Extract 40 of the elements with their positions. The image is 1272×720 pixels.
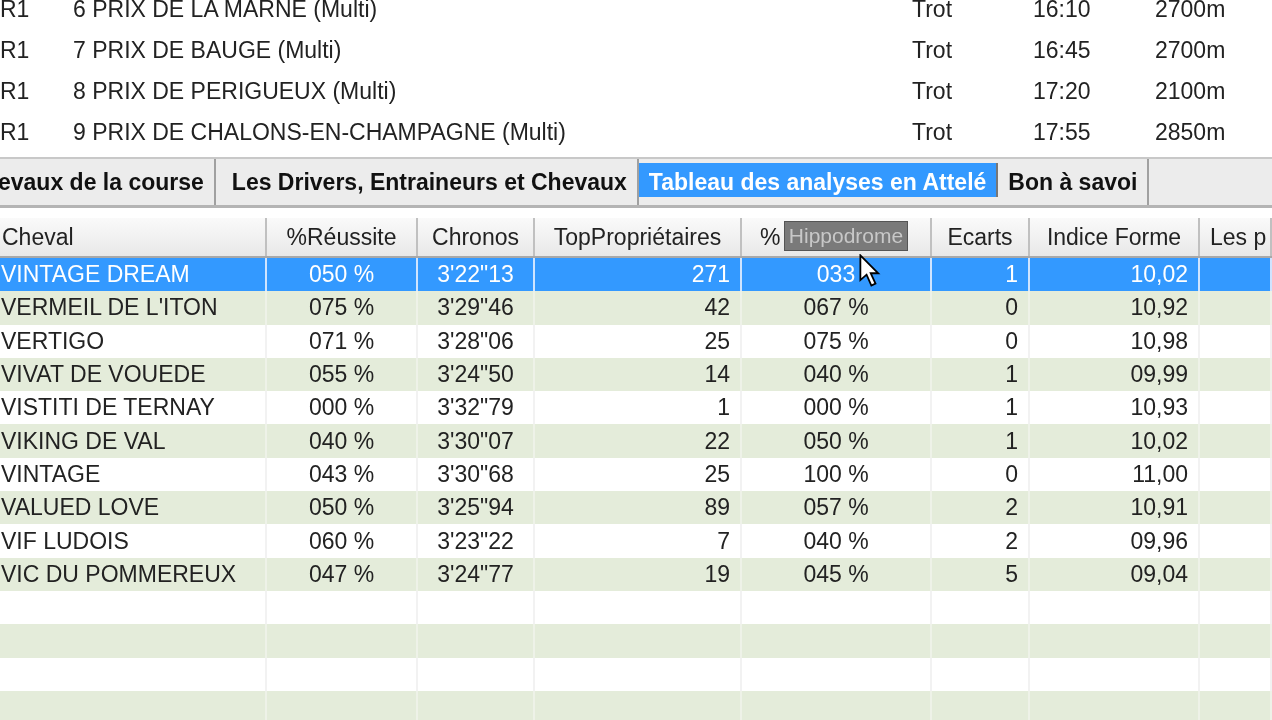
race-name: 7 PRIX DE BAUGE (Multi) <box>73 37 343 64</box>
race-distance: 2700m <box>1155 0 1226 23</box>
column-header[interactable]: TopPropriétaires <box>535 218 742 256</box>
meeting-code: R1 <box>0 119 31 146</box>
table-row[interactable]: VALUED LOVE 050 % 3'25"94 89 057 % 2 10,91 <box>0 491 1272 525</box>
table-row[interactable]: VIKING DE VAL 040 % 3'30"07 22 050 % 1 10,02 <box>0 424 1272 458</box>
table-row[interactable]: VERTIGO 071 % 3'28"06 25 075 % 0 10,98 <box>0 324 1272 358</box>
race-time: 17:55 <box>1033 119 1092 146</box>
table-row[interactable]: VISTITI DE TERNAY 000 % 3'32"79 1 000 % 1 10,93 <box>0 391 1272 425</box>
column-header[interactable]: Chronos <box>418 218 535 256</box>
tab[interactable]: Bon à savoi <box>998 159 1150 205</box>
race-time: 16:45 <box>1033 37 1092 64</box>
race-distance: 2850m <box>1155 119 1226 146</box>
column-header[interactable]: %Réussite <box>267 218 418 256</box>
meeting-code: R1 <box>0 78 31 105</box>
race-distance: 2100m <box>1155 78 1226 105</box>
race-name: 8 PRIX DE PERIGUEUX (Multi) <box>73 78 398 105</box>
column-header[interactable]: Ecarts <box>932 218 1030 256</box>
table-row[interactable]: VIVAT DE VOUEDE 055 % 3'24"50 14 040 % 1 09,99 <box>0 357 1272 392</box>
column-header[interactable]: % Hippodrome <box>742 218 932 256</box>
column-header[interactable]: Indice Forme <box>1030 218 1200 256</box>
meeting-code: R1 <box>0 37 31 64</box>
meeting-code: R1 <box>0 0 31 23</box>
race-discipline: Trot <box>912 78 954 105</box>
mouse-pointer-icon <box>859 254 881 287</box>
table-row[interactable]: VERMEIL DE L'ITON 075 % 3'29"46 42 067 % 0 10,92 <box>0 291 1272 325</box>
race-time: 16:10 <box>1033 0 1092 23</box>
race-distance: 2700m <box>1155 37 1226 64</box>
race-name: 9 PRIX DE CHALONS-EN-CHAMPAGNE (Multi) <box>73 119 567 146</box>
race-time: 17:20 <box>1033 78 1092 105</box>
table-row[interactable]: VIC DU POMMEREUX 047 % 3'24"77 19 045 % 5 09,04 <box>0 557 1272 591</box>
tooltip: Hippodrome <box>784 221 908 251</box>
table-row[interactable]: VINTAGE 043 % 3'30"68 25 100 % 0 11,00 <box>0 457 1272 492</box>
table-row[interactable]: VIF LUDOIS 060 % 3'23"22 7 040 % 2 09,96 <box>0 524 1272 558</box>
column-header[interactable]: Cheval <box>0 218 267 256</box>
race-discipline: Trot <box>912 0 954 23</box>
race-discipline: Trot <box>912 119 954 146</box>
race-discipline: Trot <box>912 37 954 64</box>
race-name: 6 PRIX DE LA MARNE (Multi) <box>73 0 379 23</box>
column-header[interactable]: Les p <box>1200 218 1272 256</box>
